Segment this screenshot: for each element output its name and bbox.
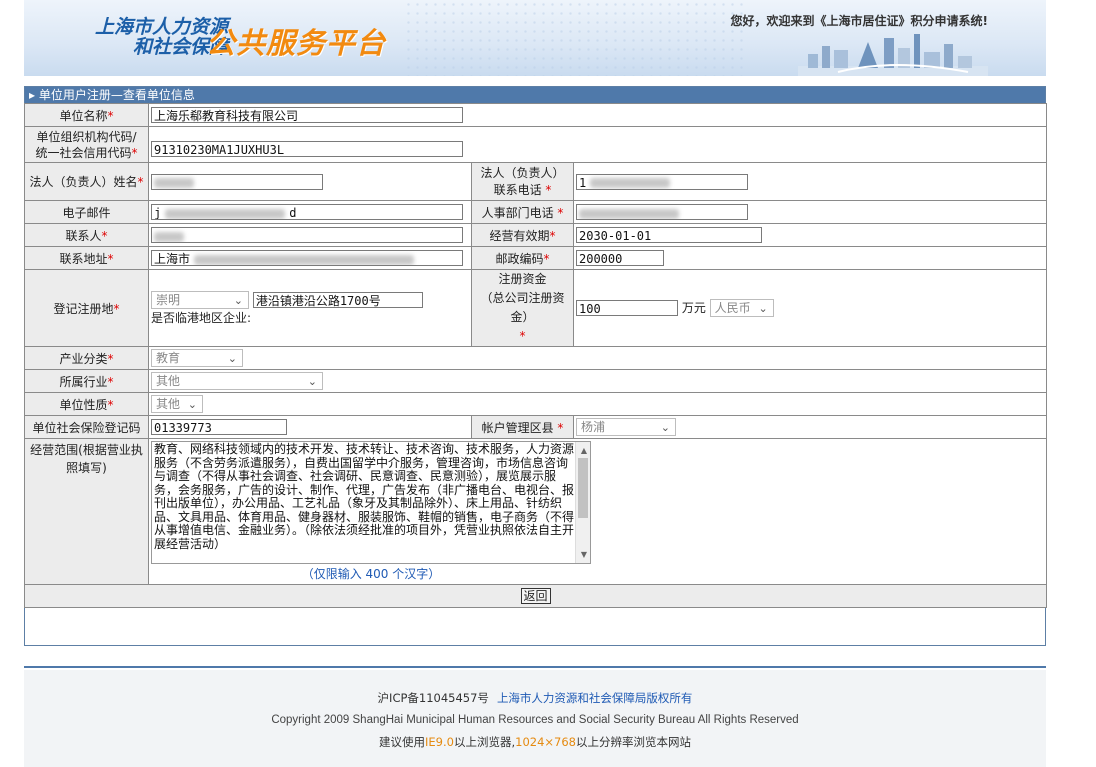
legal-name-field[interactable] — [151, 173, 323, 190]
industry-class-select[interactable]: 教育 ⌄ — [151, 349, 243, 367]
icp-number: 沪ICP备11045457号 — [377, 691, 489, 705]
chevron-down-icon: ⌄ — [758, 302, 768, 316]
rights-link[interactable]: 上海市人力资源和社会保障局版权所有 — [497, 691, 693, 705]
scope-textarea[interactable]: 教育、网络科技领域内的技术开发、技术转让、技术咨询、技术服务，人力资源服务（不含… — [151, 441, 591, 564]
label-legal-name: 法人（负责人）姓名* — [24, 162, 149, 201]
label-legal-phone: 法人（负责人） 联系电话 * — [471, 162, 574, 201]
company-info-panel: ▸ 单位用户注册—查看单位信息 单位名称* 上海乐郗教育科技有限公司 单位组织机… — [23, 86, 1048, 646]
header-pattern — [404, 0, 744, 76]
label-valid-period: 经营有效期* — [471, 223, 574, 247]
currency-select[interactable]: 人民币 ⌄ — [709, 299, 774, 318]
row-org-code: 单位组织机构代码/统一社会信用代码* 91310230MA1JUXHU3L — [24, 126, 1048, 163]
label-account-district: 帐户管理区县 * — [471, 415, 574, 439]
label-address: 联系地址* — [24, 246, 149, 270]
capital-unit: 万元 — [681, 300, 706, 315]
label-industry: 所属行业* — [24, 369, 149, 393]
label-scope: 经营范围(根据营业执照填写) — [24, 438, 149, 585]
label-reg-place: 登记注册地* — [24, 269, 149, 347]
label-nature: 单位性质* — [24, 392, 149, 416]
label-hr-phone: 人事部门电话 * — [471, 200, 574, 224]
company-name-field[interactable]: 上海乐郗教育科技有限公司 — [151, 107, 463, 123]
logo-platform: 公共服务平台 — [206, 26, 387, 60]
label-capital: 注册资金 （总公司注册资金） * — [471, 269, 574, 347]
redacted-text — [154, 178, 194, 188]
street-field[interactable]: 港沿镇港沿公路1700号 — [252, 291, 423, 308]
row-address: 联系地址* 上海市 邮政编码* 200000 — [24, 246, 1048, 270]
contact-field[interactable] — [151, 227, 463, 243]
chevron-down-icon: ⌄ — [233, 293, 243, 307]
nature-select[interactable]: 其他 ⌄ — [151, 395, 203, 413]
scope-limit-note: （仅限输入 400 个汉字） — [301, 567, 441, 581]
row-nature: 单位性质* 其他 ⌄ — [24, 392, 1048, 416]
postcode-field[interactable]: 200000 — [576, 250, 664, 266]
chevron-down-icon: ⌄ — [307, 375, 317, 388]
redacted-text — [154, 231, 184, 242]
city-skyline-icon — [798, 34, 988, 76]
label-org-code: 单位组织机构代码/统一社会信用代码* — [24, 126, 149, 163]
row-contact: 联系人* 经营有效期* 2030-01-01 — [24, 223, 1048, 247]
row-reg-place: 登记注册地* 崇明 ⌄ 港沿镇港沿公路1700号 是否临港地区企业: 注册资金 （总… — [24, 269, 1048, 347]
scrollbar[interactable]: ▲ ▼ — [575, 442, 590, 563]
hr-phone-field[interactable] — [576, 204, 748, 220]
logo-bureau-name: 上海市人力资源 和社会保障 — [68, 17, 228, 57]
label-industry-class: 产业分类* — [24, 346, 149, 370]
row-insurance: 单位社会保险登记码 01339773 帐户管理区县 * 杨浦 ⌄ — [24, 415, 1048, 439]
scope-text: 教育、网络科技领域内的技术开发、技术转让、技术咨询、技术服务，人力资源服务（不含… — [154, 442, 575, 551]
label-contact: 联系人* — [24, 223, 149, 247]
scroll-down-icon[interactable]: ▼ — [581, 548, 587, 562]
label-email: 电子邮件 — [24, 200, 149, 224]
label-insurance-code: 单位社会保险登记码 — [24, 415, 149, 439]
label-company-name: 单位名称* — [24, 103, 149, 127]
redacted-text — [165, 208, 286, 219]
redacted-text — [194, 254, 415, 265]
chevron-down-icon: ⌄ — [227, 352, 237, 365]
company-info-form: 单位名称* 上海乐郗教育科技有限公司 单位组织机构代码/统一社会信用代码* 91… — [23, 103, 1048, 608]
email-field[interactable]: jd — [151, 204, 463, 220]
row-industry-class: 产业分类* 教育 ⌄ — [24, 346, 1048, 370]
redacted-text — [579, 208, 679, 219]
site-footer: 沪ICP备11045457号 上海市人力资源和社会保障局版权所有 Copyrigh… — [24, 670, 1046, 767]
row-legal: 法人（负责人）姓名* 法人（负责人） 联系电话 * 1 — [24, 162, 1048, 201]
scroll-up-icon[interactable]: ▲ — [581, 444, 587, 458]
label-postcode: 邮政编码* — [471, 246, 574, 270]
footer-divider — [24, 666, 1046, 668]
lingang-note: 是否临港地区企业: — [151, 310, 252, 325]
org-code-field[interactable]: 91310230MA1JUXHU3L — [151, 140, 463, 157]
copyright-text: Copyright 2009 ShangHai Municipal Human … — [271, 714, 799, 726]
row-industry: 所属行业* 其他 ⌄ — [24, 369, 1048, 393]
address-field[interactable]: 上海市 — [151, 250, 463, 266]
industry-select[interactable]: 其他 ⌄ — [151, 372, 323, 390]
row-email: 电子邮件 jd 人事部门电话 * — [24, 200, 1048, 224]
chevron-down-icon: ⌄ — [187, 398, 197, 411]
scrollbar-thumb[interactable] — [578, 458, 588, 518]
insurance-code-field[interactable]: 01339773 — [151, 419, 287, 435]
legal-phone-field[interactable]: 1 — [576, 173, 748, 190]
row-actions: 返回 — [23, 584, 1048, 608]
capital-field[interactable]: 100 — [576, 300, 678, 317]
valid-period-field[interactable]: 2030-01-01 — [576, 227, 762, 243]
row-company-name: 单位名称* 上海乐郗教育科技有限公司 — [24, 103, 1048, 127]
browser-tip: 建议使用IE9.0以上浏览器,1024×768以上分辨率浏览本网站 — [379, 735, 691, 749]
account-district-select[interactable]: 杨浦 ⌄ — [576, 418, 676, 436]
back-button[interactable]: 返回 — [520, 588, 551, 604]
row-scope: 经营范围(根据营业执照填写) 教育、网络科技领域内的技术开发、技术转让、技术咨询… — [24, 438, 1048, 585]
section-title: ▸ 单位用户注册—查看单位信息 — [25, 87, 1045, 103]
site-header: 上海市人力资源 和社会保障 公共服务平台 您好，欢迎来到《上海市居住证》积分申请… — [24, 0, 1046, 76]
logo-line2: 和社会保障 — [132, 36, 228, 58]
district-select[interactable]: 崇明 ⌄ — [151, 290, 249, 309]
welcome-text: 您好，欢迎来到《上海市居住证》积分申请系统! — [730, 14, 988, 28]
chevron-down-icon: ⌄ — [660, 421, 670, 434]
redacted-text — [590, 178, 671, 188]
